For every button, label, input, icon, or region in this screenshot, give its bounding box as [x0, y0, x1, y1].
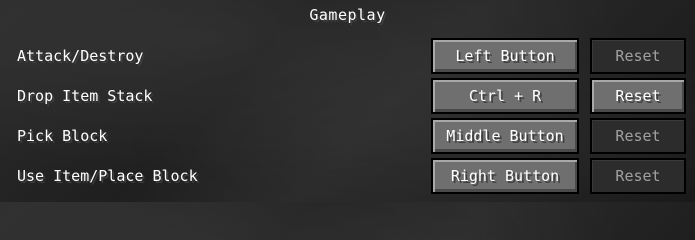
- control-label-attack: Attack/Destroy: [17, 47, 144, 65]
- control-row-pick-block: Pick Block Middle Button Reset: [0, 118, 695, 156]
- keybind-button-pick-block[interactable]: Middle Button: [431, 118, 579, 154]
- control-label-drop-item-stack: Drop Item Stack: [17, 87, 153, 105]
- section-title: Gameplay: [309, 6, 386, 24]
- reset-button-drop-item-stack[interactable]: Reset: [590, 78, 686, 114]
- keybind-button-use-item[interactable]: Right Button: [431, 158, 579, 194]
- keybind-button-attack[interactable]: Left Button: [431, 38, 579, 74]
- control-label-pick-block: Pick Block: [17, 127, 108, 145]
- reset-button-attack[interactable]: Reset: [590, 38, 686, 74]
- reset-button-use-item[interactable]: Reset: [590, 158, 686, 194]
- control-label-use-item: Use Item/Place Block: [17, 167, 198, 185]
- control-row-attack: Attack/Destroy Left Button Reset: [0, 38, 695, 76]
- control-row-use-item: Use Item/Place Block Right Button Reset: [0, 158, 695, 196]
- keybind-button-drop-item-stack[interactable]: Ctrl + R: [431, 78, 579, 114]
- reset-button-pick-block[interactable]: Reset: [590, 118, 686, 154]
- control-row-drop-item-stack: Drop Item Stack Ctrl + R Reset: [0, 78, 695, 116]
